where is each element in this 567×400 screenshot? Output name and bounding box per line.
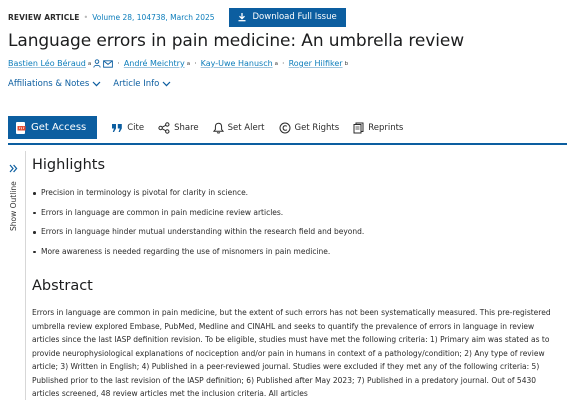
author-separator: · <box>117 59 120 68</box>
reprints-button[interactable]: Reprints <box>353 122 403 134</box>
author-separator: · <box>282 59 285 68</box>
cite-label: Cite <box>127 122 145 133</box>
get-rights-button[interactable]: Get Rights <box>279 122 340 134</box>
set-alert-label: Set Alert <box>227 122 265 133</box>
share-icon <box>158 121 170 134</box>
sidebar-divider <box>25 151 26 400</box>
cite-button[interactable]: Cite <box>111 123 144 133</box>
affiliations-notes-label: Affiliations & Notes <box>8 79 90 89</box>
abstract-heading: Abstract <box>32 278 93 294</box>
article-info-label: Article Info <box>113 79 160 89</box>
copyright-icon <box>279 122 291 133</box>
expand-outline-button[interactable] <box>9 158 18 177</box>
reprints-label: Reprints <box>368 122 404 133</box>
author-link[interactable]: Bastien Léo Béraud <box>8 59 86 68</box>
author-link[interactable]: Roger Hilfiker <box>289 59 343 68</box>
author-list: Bastien Léo Béraud a · André Meichtry a … <box>8 59 348 68</box>
show-outline-toggle[interactable]: Show Outline <box>9 181 18 231</box>
chevron-down-icon <box>92 81 101 87</box>
get-rights-label: Get Rights <box>294 122 340 133</box>
get-access-button[interactable]: Get Access <box>8 116 98 139</box>
author-link[interactable]: André Meichtry <box>124 59 185 68</box>
affiliations-notes-toggle[interactable]: Affiliations & Notes <box>8 79 101 89</box>
quote-icon <box>112 123 123 132</box>
chevron-down-icon <box>162 81 171 87</box>
reprints-icon <box>353 122 364 133</box>
share-label: Share <box>174 122 199 133</box>
highlight-item: More awareness is needed regarding the u… <box>32 246 364 266</box>
author-link[interactable]: Kay-Uwe Hanusch <box>201 59 273 68</box>
highlight-item: Errors in language are common in pain me… <box>32 207 364 227</box>
affiliation-sup: a <box>87 60 92 67</box>
abstract-text: Errors in language are common in pain me… <box>32 308 551 398</box>
meta-separator: • <box>83 12 89 22</box>
bell-icon <box>212 122 224 134</box>
article-title: Language errors in pain medicine: An umb… <box>8 31 464 51</box>
share-button[interactable]: Share <box>158 121 199 134</box>
affiliation-sup: b <box>344 60 349 67</box>
highlight-item: Precision in terminology is pivotal for … <box>32 187 364 207</box>
get-access-label: Get Access <box>31 122 87 133</box>
highlights-list: Precision in terminology is pivotal for … <box>32 187 364 265</box>
pdf-icon <box>16 121 26 134</box>
person-icon[interactable] <box>93 59 101 68</box>
article-toolbar: Get Access Cite Share Set Alert Get Righ… <box>8 116 567 145</box>
download-full-issue-label: Download Full Issue <box>252 12 337 22</box>
download-icon <box>238 13 246 22</box>
highlight-item: Errors in language hinder mutual underst… <box>32 226 364 246</box>
mail-icon[interactable] <box>103 59 114 68</box>
download-full-issue-button[interactable]: Download Full Issue <box>228 7 346 27</box>
info-links: Affiliations & Notes Article Info <box>8 79 183 89</box>
article-meta-bar: REVIEW ARTICLE • Volume 28, 104738, Marc… <box>8 7 346 27</box>
article-type: REVIEW ARTICLE <box>8 12 80 22</box>
highlights-heading: Highlights <box>32 157 106 173</box>
double-chevron-right-icon <box>9 164 18 173</box>
set-alert-button[interactable]: Set Alert <box>212 122 265 134</box>
volume-info-link[interactable]: Volume 28, 104738, March 2025 <box>92 13 214 22</box>
article-info-toggle[interactable]: Article Info <box>113 79 171 89</box>
affiliation-sup: a <box>186 60 191 67</box>
author-separator: · <box>194 59 197 68</box>
affiliation-sup: a <box>274 60 279 67</box>
